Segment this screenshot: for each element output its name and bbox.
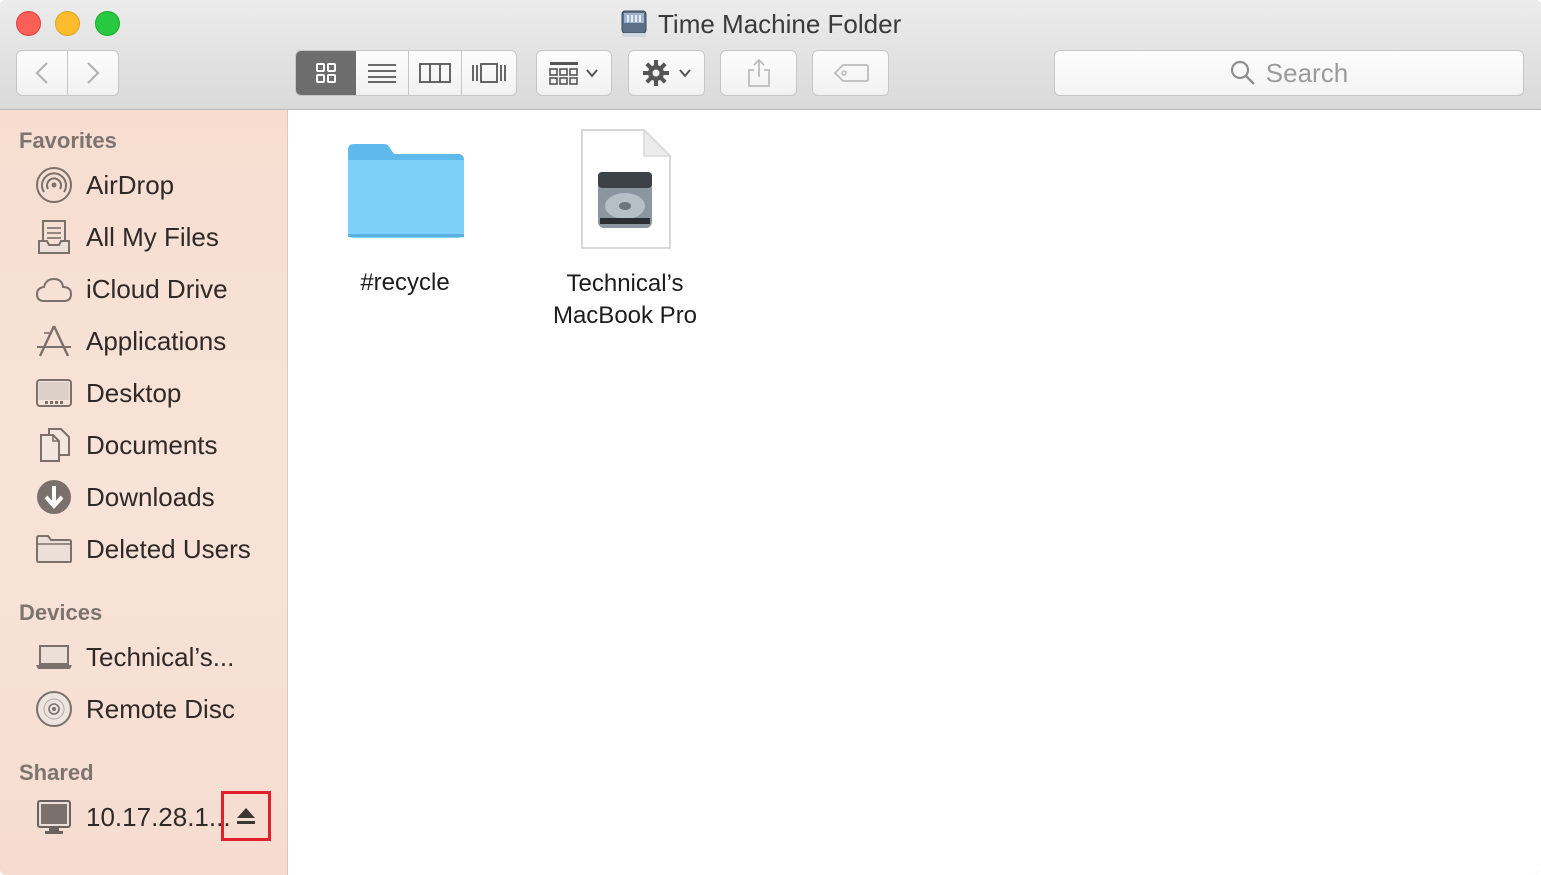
file-item-macbook-pro[interactable]: Technical’s MacBook Pro	[530, 128, 720, 332]
sidebar-item-remote-disc[interactable]: Remote Disc	[34, 689, 235, 729]
desktop-icon	[36, 379, 72, 407]
nav-buttons	[16, 50, 119, 96]
column-view-button[interactable]	[409, 51, 462, 95]
sidebar-item-label: iCloud Drive	[86, 273, 228, 304]
chevron-down-icon	[586, 69, 598, 78]
sidebar-item-label: Remote Disc	[86, 693, 235, 724]
sidebar-item-desktop[interactable]: Desktop	[34, 373, 181, 413]
server-drive-icon	[621, 10, 647, 37]
airdrop-icon	[36, 167, 72, 203]
downloads-icon	[37, 480, 71, 514]
eject-icon	[237, 808, 255, 824]
chevron-right-icon	[86, 62, 100, 84]
window-title-text: Time Machine Folder	[658, 8, 902, 39]
back-button[interactable]	[17, 51, 68, 95]
eject-button[interactable]	[221, 791, 271, 841]
sidebar-item-applications[interactable]: Applications	[34, 321, 226, 361]
chevron-left-icon	[35, 62, 48, 84]
laptop-icon	[36, 645, 72, 669]
disc-icon	[36, 691, 72, 727]
view-mode-control	[295, 50, 517, 96]
file-name-line: Technical’s	[566, 270, 684, 297]
sidebar-item-label: Deleted Users	[86, 533, 251, 564]
chevron-down-icon	[678, 69, 691, 78]
sidebar: Favorites AirDrop All My Files iCloud Dr…	[0, 110, 288, 875]
sidebar-item-documents[interactable]: Documents	[34, 425, 218, 465]
search-placeholder: Search	[1265, 57, 1349, 88]
sidebar-item-label: Documents	[86, 429, 218, 460]
monitor-icon	[37, 800, 71, 834]
applications-icon	[37, 325, 71, 357]
sidebar-item-label: Technical’s...	[86, 641, 235, 672]
file-name: #recycle	[360, 269, 450, 296]
sidebar-item-label: All My Files	[86, 221, 219, 252]
cloud-icon	[35, 277, 73, 302]
sidebar-item-downloads[interactable]: Downloads	[34, 477, 215, 517]
sidebar-item-label: Downloads	[86, 481, 215, 512]
coverflow-view-icon	[472, 63, 506, 83]
sidebar-header-shared: Shared	[19, 760, 94, 785]
icon-view-icon	[316, 63, 336, 83]
sidebar-item-deleted-users[interactable]: Deleted Users	[34, 529, 251, 569]
share-icon	[747, 58, 770, 87]
file-item-recycle[interactable]: #recycle	[330, 140, 480, 299]
arrange-button[interactable]	[536, 50, 612, 96]
folder-icon	[348, 144, 464, 238]
tag-icon	[833, 64, 869, 82]
sidebar-header-favorites: Favorites	[19, 128, 117, 153]
gear-icon	[642, 60, 669, 86]
zoom-button[interactable]	[95, 11, 120, 36]
column-view-icon	[419, 63, 451, 83]
sidebar-item-shared-server[interactable]: 10.17.28.1...	[34, 797, 231, 837]
hard-drive-icon	[581, 128, 672, 249]
action-button[interactable]	[628, 50, 705, 96]
sidebar-item-icloud-drive[interactable]: iCloud Drive	[34, 269, 228, 309]
list-view-button[interactable]	[356, 51, 409, 95]
toolbar: Time Machine Folder Search	[0, 0, 1541, 110]
share-button[interactable]	[720, 50, 797, 96]
sidebar-item-label: 10.17.28.1...	[86, 801, 231, 832]
coverflow-view-button[interactable]	[462, 51, 516, 95]
sidebar-item-label: Desktop	[86, 377, 182, 408]
all-files-icon	[38, 220, 70, 254]
sidebar-item-airdrop[interactable]: AirDrop	[34, 165, 174, 205]
forward-button[interactable]	[68, 51, 119, 95]
list-view-icon	[368, 64, 396, 83]
search-icon	[1230, 60, 1255, 85]
sidebar-item-all-my-files[interactable]: All My Files	[34, 217, 219, 257]
window-title: Time Machine Folder	[620, 7, 901, 41]
documents-icon	[40, 428, 70, 462]
sidebar-item-macbook[interactable]: Technical’s...	[34, 637, 234, 677]
sidebar-header-devices: Devices	[19, 600, 103, 625]
finder-window: Time Machine Folder Search Favorites Air…	[0, 0, 1541, 875]
arrange-icon	[549, 62, 578, 85]
icon-view-button[interactable]	[296, 51, 356, 95]
sidebar-item-label: Applications	[86, 325, 227, 356]
close-button[interactable]	[16, 11, 41, 36]
file-browser: #recycle Technical’s MacBook Pro	[288, 110, 1541, 875]
tags-button[interactable]	[812, 50, 889, 96]
file-name: Technical’s MacBook Pro	[530, 268, 720, 332]
minimize-button[interactable]	[55, 11, 80, 36]
sidebar-item-label: AirDrop	[86, 169, 175, 200]
folder-icon	[36, 535, 72, 563]
file-name-line: MacBook Pro	[552, 302, 698, 329]
search-field[interactable]: Search	[1054, 50, 1524, 96]
